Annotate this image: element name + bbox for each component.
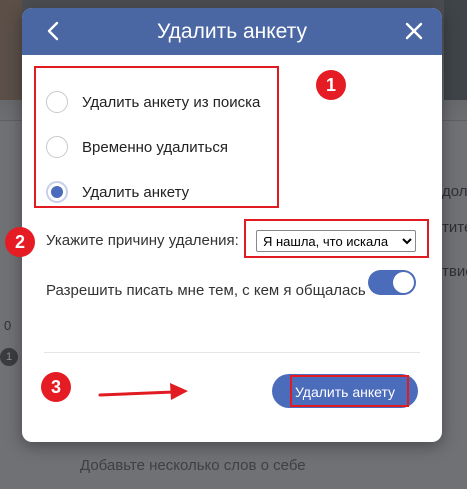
annotation-badge-2: 2 — [5, 227, 35, 257]
annotation-box-button — [290, 375, 409, 407]
toggle-knob — [393, 272, 414, 293]
background-side-text-low: твие — [442, 263, 467, 280]
allow-messages-label: Разрешить писать мне тем, с кем я общала… — [46, 282, 366, 299]
modal-divider — [44, 352, 420, 353]
annotation-box-reason — [244, 219, 429, 258]
reason-label: Укажите причину удаления: — [46, 232, 239, 249]
annotation-badge-3: 3 — [41, 372, 71, 402]
background-photo-right — [444, 0, 467, 100]
background-side-text-mid: тите — [442, 219, 467, 236]
background-badge: 1 — [0, 348, 18, 366]
annotation-badge-1: 1 — [316, 70, 346, 100]
arrow-right-icon — [98, 383, 188, 400]
background-side-text-top: доле — [442, 183, 467, 200]
chevron-left-icon[interactable] — [42, 19, 66, 43]
background-photo-left — [0, 0, 22, 100]
background-about-text: Добавьте несколько слов о себе — [80, 457, 306, 474]
allow-messages-toggle[interactable] — [368, 270, 416, 295]
modal-title: Удалить анкету — [156, 20, 308, 43]
modal-header: Удалить анкету — [22, 8, 442, 55]
annotation-box-options — [34, 66, 279, 208]
close-icon[interactable] — [402, 19, 426, 43]
background-counter: 0 — [4, 318, 12, 333]
